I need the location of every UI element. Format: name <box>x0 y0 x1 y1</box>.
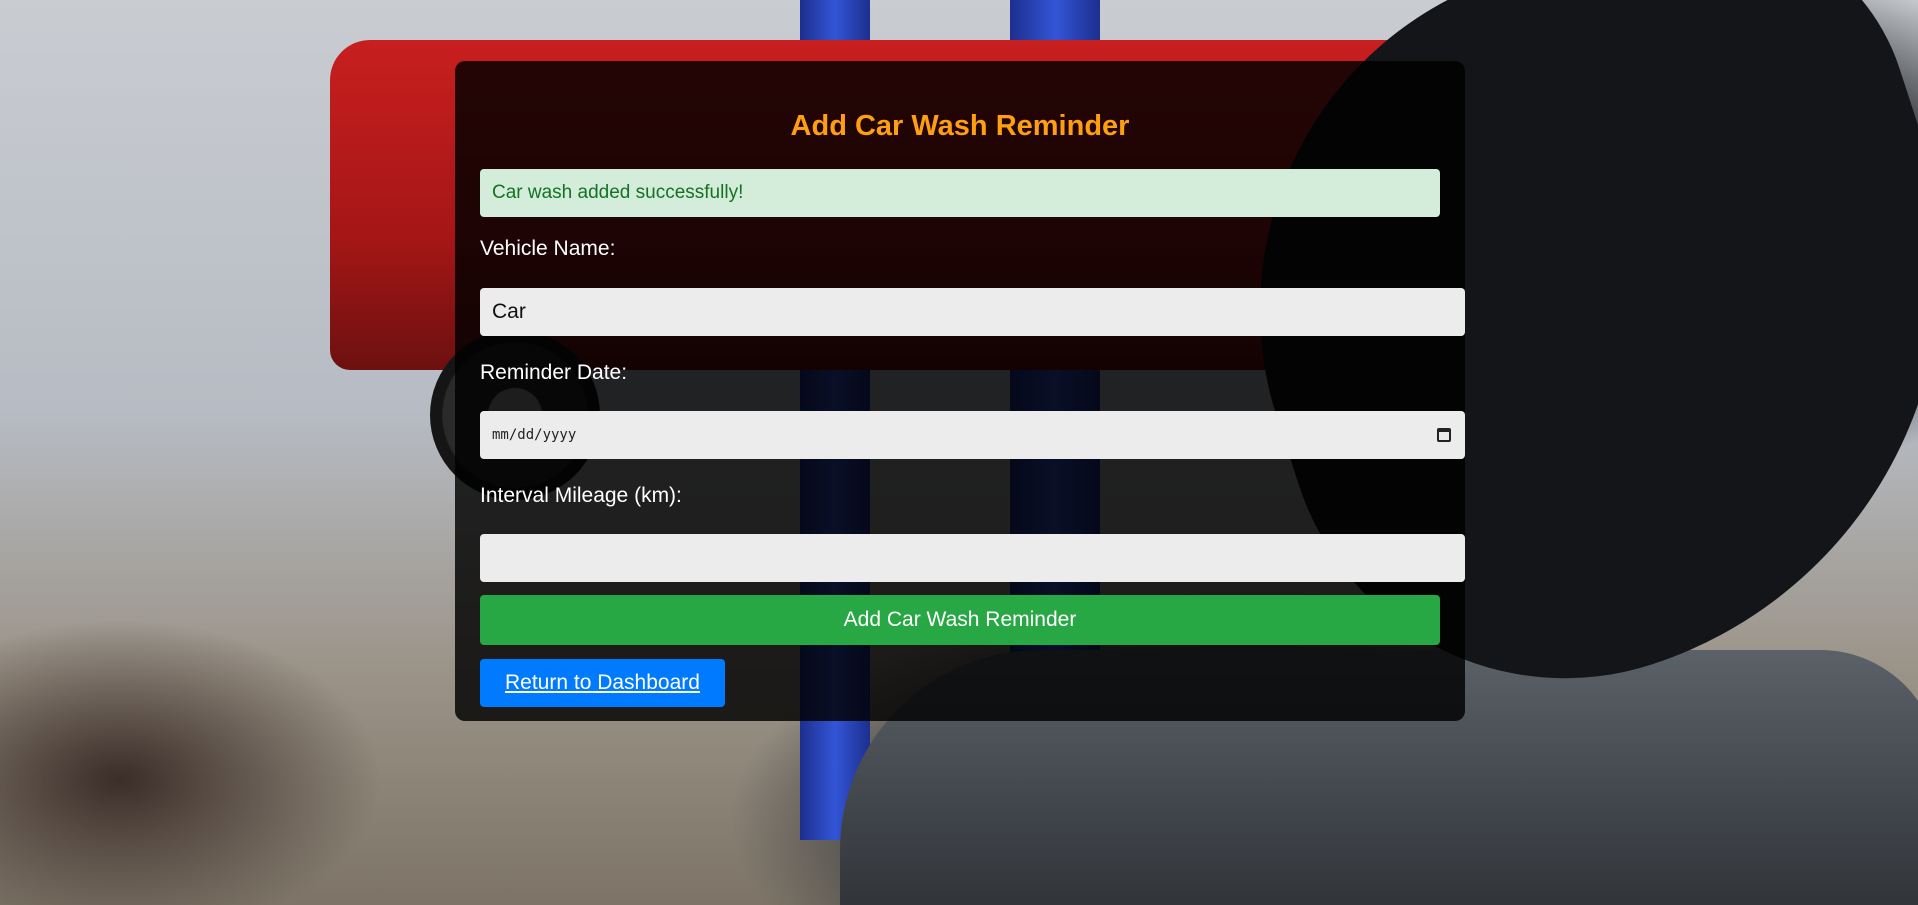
reminder-date-label: Reminder Date: <box>480 361 628 384</box>
reminder-date-placeholder: mm/dd/yyyy <box>492 427 577 443</box>
interval-mileage-input[interactable] <box>480 534 1465 582</box>
calendar-icon[interactable] <box>1437 428 1451 442</box>
vehicle-name-label: Vehicle Name: <box>480 237 616 260</box>
success-alert: Car wash added successfully! <box>480 169 1440 217</box>
interval-mileage-label: Interval Mileage (km): <box>480 484 682 507</box>
reminder-form-panel: Add Car Wash Reminder Car wash added suc… <box>455 61 1465 721</box>
page-title: Add Car Wash Reminder <box>790 110 1130 142</box>
add-car-wash-reminder-button[interactable]: Add Car Wash Reminder <box>480 595 1440 645</box>
reminder-date-input[interactable]: mm/dd/yyyy <box>480 411 1465 459</box>
return-to-dashboard-link[interactable]: Return to Dashboard <box>480 659 725 707</box>
vehicle-name-input[interactable] <box>480 288 1465 336</box>
